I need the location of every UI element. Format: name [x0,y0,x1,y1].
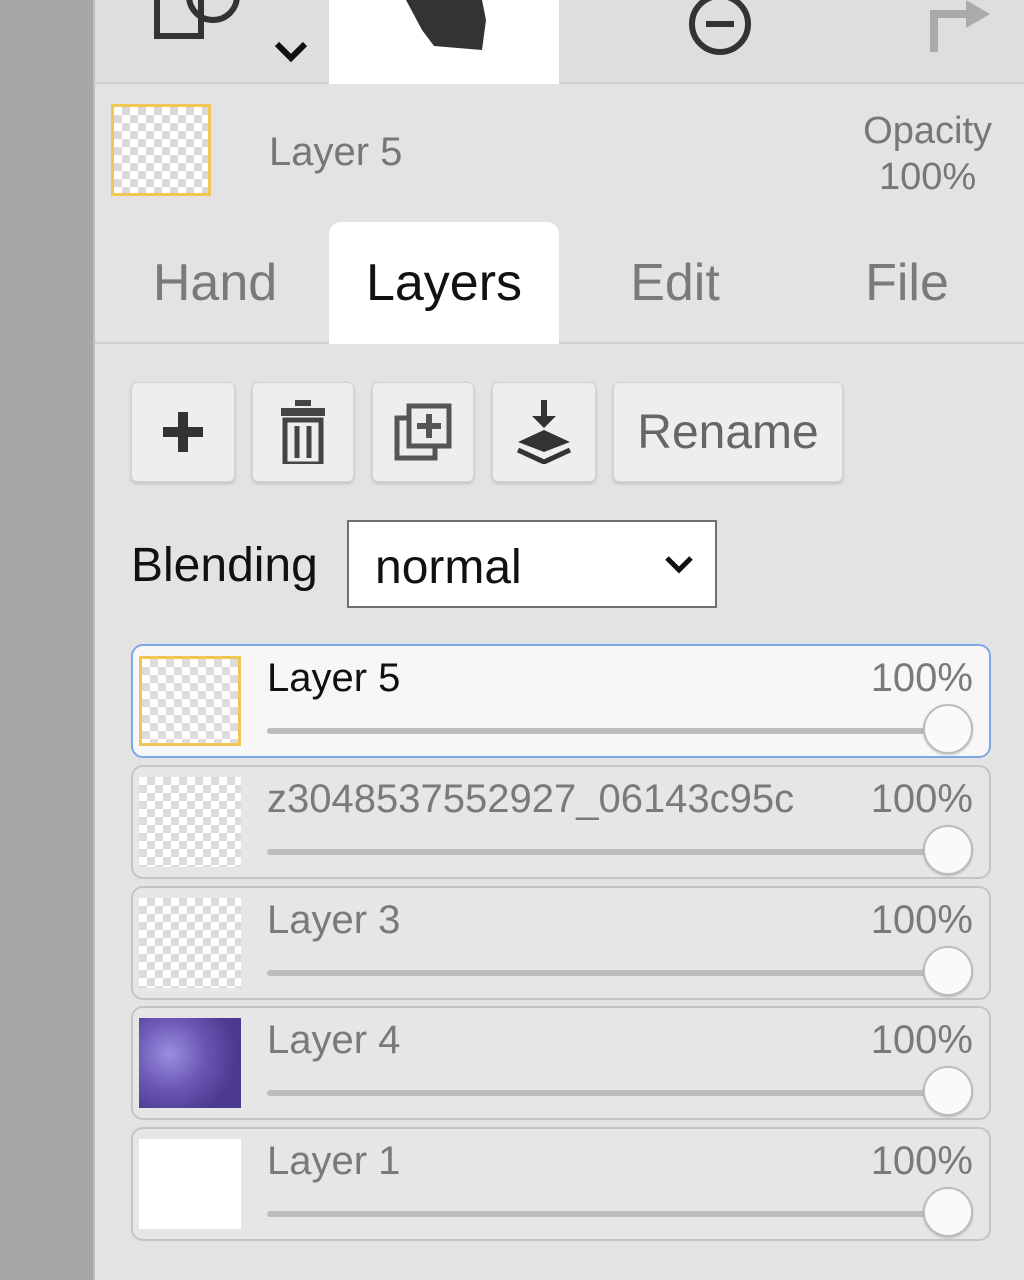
layer-opacity-slider[interactable] [267,1090,947,1096]
layer-opacity-value: 100% [870,898,973,942]
zoom-out-icon [689,0,751,55]
blending-label: Blending [131,539,318,592]
current-layer-opacity: Opacity 100% [863,108,992,200]
layer-opacity-slider-handle[interactable] [923,704,973,754]
rename-button-label: Rename [637,405,819,459]
layer-opacity-value: 100% [870,656,973,700]
tab-bar: Hand Layers Edit File [95,222,1024,344]
redo-icon [930,0,990,52]
rename-button[interactable]: Rename [613,382,843,482]
layer-opacity-slider-handle[interactable] [923,1066,973,1116]
layer-opacity-slider-handle[interactable] [923,825,973,875]
plus-icon [163,412,203,452]
layer-row[interactable]: Layer 1 100% [131,1127,991,1241]
blending-value: normal [375,541,522,594]
tab-hand[interactable]: Hand [115,222,315,344]
shape-select-tool[interactable] [135,0,335,84]
layer-opacity-value: 100% [870,1018,973,1062]
layer-row[interactable]: z3048537552927_06143c95c 100% [131,765,991,879]
duplicate-icon [394,403,452,461]
redo-tool[interactable] [915,0,1005,84]
opacity-value: 100% [878,156,977,198]
current-layer-thumbnail [111,104,211,196]
layer-thumbnail [139,777,241,867]
layer-name: Layer 5 [267,656,401,700]
chevron-down-icon [665,556,693,574]
layer-opacity-value: 100% [870,1139,973,1183]
add-layer-button[interactable] [131,382,235,482]
merge-down-button[interactable] [492,382,596,482]
layer-thumbnail [139,1139,241,1229]
layer-name: z3048537552927_06143c95c [267,777,795,821]
trash-icon [281,400,325,464]
top-toolbar [95,0,1024,84]
duplicate-layer-button[interactable] [372,382,474,482]
layer-opacity-slider[interactable] [267,1211,947,1217]
layer-name: Layer 3 [267,898,401,942]
zoom-out-tool[interactable] [675,0,765,84]
layers-panel: Layer 5 Opacity 100% Hand Layers Edit Fi… [93,0,1024,1280]
layer-opacity-slider-handle[interactable] [923,1187,973,1237]
current-layer-name: Layer 5 [269,130,403,174]
blending-select[interactable]: normal [347,520,717,608]
layer-thumbnail [139,898,241,988]
canvas-edge [0,0,93,1280]
layer-opacity-slider-handle[interactable] [923,946,973,996]
opacity-label: Opacity [863,110,992,152]
layer-opacity-slider[interactable] [267,970,947,976]
layer-thumbnail [139,656,241,746]
shape-select-icon [154,0,308,63]
layer-name: Layer 1 [267,1139,401,1183]
delete-layer-button[interactable] [252,382,354,482]
layer-row[interactable]: Layer 4 100% [131,1006,991,1120]
layer-opacity-slider[interactable] [267,728,947,734]
layer-row[interactable]: Layer 5 100% [131,644,991,758]
layer-thumbnail [139,1018,241,1108]
hand-tool[interactable] [329,0,559,84]
layer-opacity-value: 100% [870,777,973,821]
tab-file[interactable]: File [807,222,1007,344]
layer-opacity-slider[interactable] [267,849,947,855]
layer-row[interactable]: Layer 3 100% [131,886,991,1000]
hand-icon [406,0,486,50]
merge-down-icon [516,400,572,464]
current-layer-info: Layer 5 Opacity 100% [95,84,1024,224]
layer-name: Layer 4 [267,1018,401,1062]
tab-edit[interactable]: Edit [575,222,775,344]
tab-layers[interactable]: Layers [329,222,559,344]
